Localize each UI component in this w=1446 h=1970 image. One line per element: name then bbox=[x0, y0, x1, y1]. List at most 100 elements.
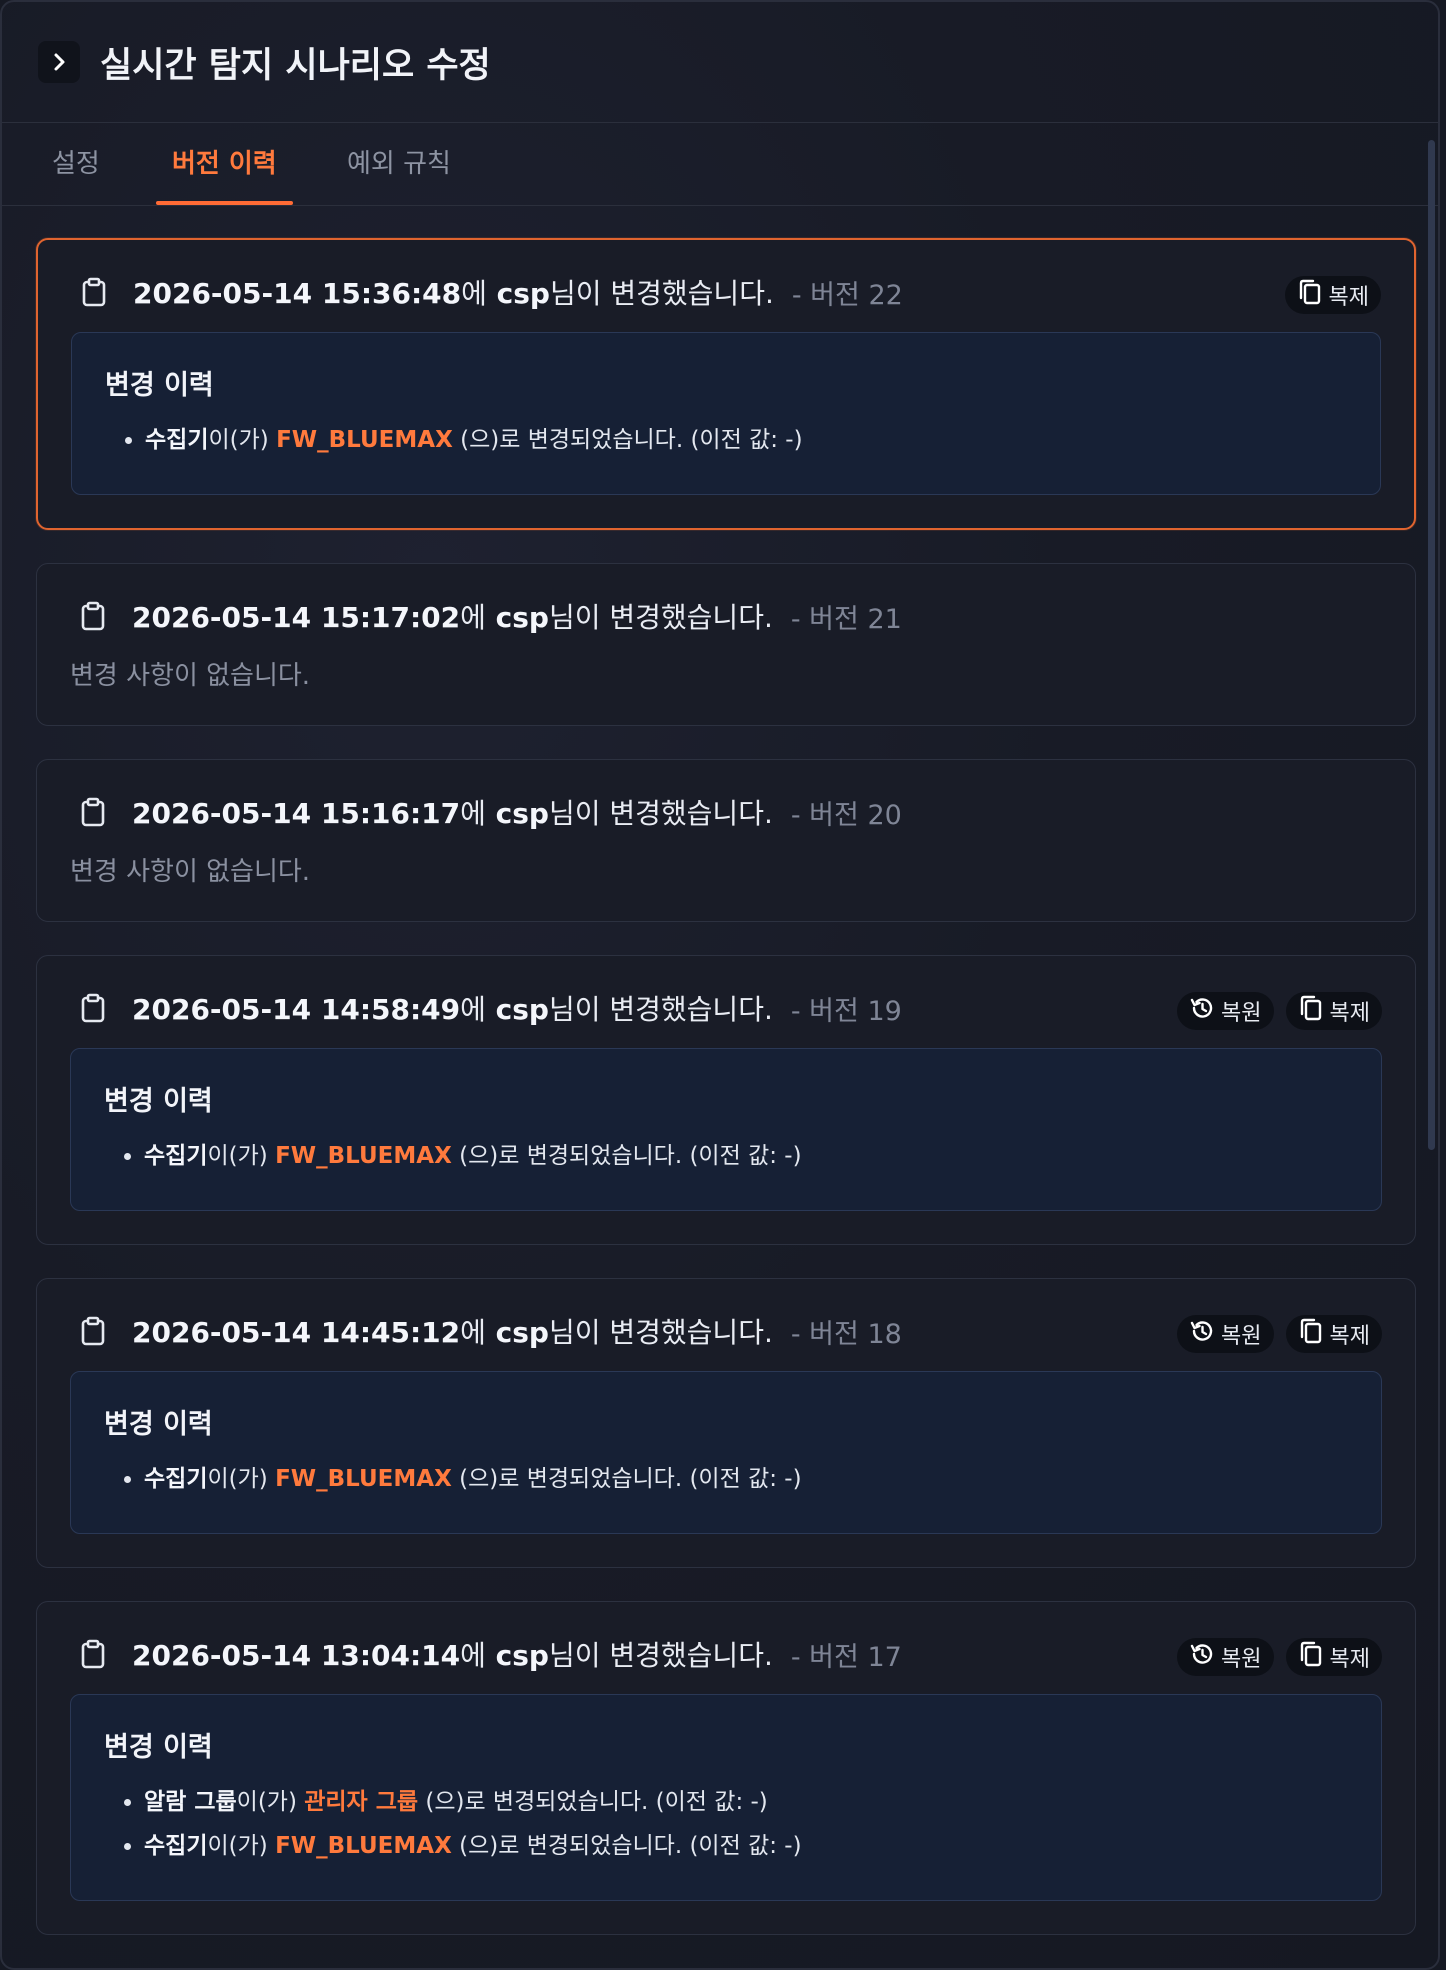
time-suffix: 에 bbox=[461, 277, 487, 310]
clipboard-icon bbox=[81, 276, 111, 308]
restore-button[interactable]: 복원 bbox=[1177, 1315, 1274, 1353]
change-connector: 이(가) bbox=[207, 1143, 276, 1169]
change-value: FW_BLUEMAX bbox=[275, 1833, 452, 1859]
change-field: 수집기 bbox=[144, 1833, 208, 1859]
change-item: 수집기이(가) FW_BLUEMAX (으)로 변경되었습니다. (이전 값: … bbox=[144, 1134, 1349, 1178]
change-value: FW_BLUEMAX bbox=[276, 427, 453, 453]
change-value: 관리자 그룹 bbox=[304, 1789, 419, 1815]
change-field: 알람 그룹 bbox=[144, 1789, 237, 1815]
panel-header: 실시간 탐지 시나리오 수정 bbox=[2, 2, 1438, 123]
version-card: 2026-05-14 15:16:17에 csp님이 변경했습니다. - 버전 2… bbox=[36, 759, 1416, 922]
restore-icon bbox=[1189, 1641, 1215, 1673]
user-suffix: 님이 변경했습니다. bbox=[548, 993, 773, 1026]
change-value: FW_BLUEMAX bbox=[275, 1466, 452, 1492]
time-suffix: 에 bbox=[460, 601, 486, 634]
version-actions: 복원 복제 bbox=[1177, 992, 1382, 1030]
user-suffix: 님이 변경했습니다. bbox=[548, 601, 773, 634]
change-item: 수집기이(가) FW_BLUEMAX (으)로 변경되었습니다. (이전 값: … bbox=[144, 1457, 1349, 1501]
version-timestamp: 2026-05-14 15:16:17 bbox=[132, 797, 461, 830]
version-timestamp: 2026-05-14 14:45:12 bbox=[132, 1316, 461, 1349]
version-timestamp: 2026-05-14 15:17:02 bbox=[132, 601, 461, 634]
scrollbar[interactable] bbox=[1428, 140, 1435, 1150]
tab-version-history[interactable]: 버전 이력 bbox=[156, 123, 293, 205]
version-user: csp bbox=[485, 1639, 549, 1672]
change-field: 수집기 bbox=[144, 1143, 208, 1169]
chevron-right-icon bbox=[54, 53, 65, 71]
version-number: - 버전 22 bbox=[791, 279, 903, 311]
version-card: 2026-05-14 15:36:48에 csp님이 변경했습니다. - 버전 2… bbox=[36, 238, 1416, 530]
version-header: 2026-05-14 15:17:02에 csp님이 변경했습니다. - 버전 2… bbox=[70, 596, 1382, 636]
duplicate-button[interactable]: 복제 bbox=[1284, 276, 1381, 314]
change-suffix: (으)로 변경되었습니다. (이전 값: -) bbox=[451, 1143, 802, 1169]
restore-label: 복원 bbox=[1221, 1647, 1262, 1672]
version-number: - 버전 19 bbox=[790, 995, 902, 1027]
version-change-summary: 2026-05-14 15:17:02에 csp님이 변경했습니다. bbox=[132, 596, 773, 636]
version-header: 2026-05-14 15:16:17에 csp님이 변경했습니다. - 버전 2… bbox=[70, 792, 1382, 832]
version-timestamp: 2026-05-14 14:58:49 bbox=[132, 993, 461, 1026]
time-suffix: 에 bbox=[460, 993, 486, 1026]
copy-icon bbox=[1298, 1640, 1324, 1674]
change-item: 알람 그룹이(가) 관리자 그룹 (으)로 변경되었습니다. (이전 값: -) bbox=[144, 1780, 1349, 1824]
clipboard-icon bbox=[80, 1638, 110, 1670]
edit-scenario-panel: 실시간 탐지 시나리오 수정 설정 버전 이력 예외 규칙 2026-05-14… bbox=[0, 0, 1440, 1970]
collapse-button[interactable] bbox=[38, 41, 80, 83]
change-history-title: 변경 이력 bbox=[104, 1409, 213, 1440]
change-list: 수집기이(가) FW_BLUEMAX (으)로 변경되었습니다. (이전 값: … bbox=[104, 1134, 1349, 1178]
restore-button[interactable]: 복원 bbox=[1177, 992, 1274, 1030]
copy-icon bbox=[1297, 278, 1323, 312]
change-suffix: (으)로 변경되었습니다. (이전 값: -) bbox=[451, 1833, 802, 1859]
restore-icon bbox=[1189, 1318, 1215, 1350]
version-user: csp bbox=[485, 1316, 549, 1349]
page-title: 실시간 탐지 시나리오 수정 bbox=[100, 45, 491, 86]
change-suffix: (으)로 변경되었습니다. (이전 값: -) bbox=[451, 1466, 802, 1492]
restore-icon bbox=[1189, 995, 1215, 1027]
duplicate-label: 복제 bbox=[1329, 1324, 1370, 1349]
version-number: - 버전 21 bbox=[790, 603, 902, 635]
clipboard-icon bbox=[80, 1315, 110, 1347]
change-suffix: (으)로 변경되었습니다. (이전 값: -) bbox=[452, 427, 803, 453]
restore-label: 복원 bbox=[1221, 1001, 1262, 1026]
tab-exception-rules[interactable]: 예외 규칙 bbox=[347, 123, 451, 205]
time-suffix: 에 bbox=[460, 797, 486, 830]
change-connector: 이(가) bbox=[208, 427, 277, 453]
version-change-summary: 2026-05-14 14:58:49에 csp님이 변경했습니다. bbox=[132, 988, 773, 1028]
version-user: csp bbox=[486, 277, 550, 310]
version-timestamp: 2026-05-14 15:36:48 bbox=[133, 277, 462, 310]
change-history-box: 변경 이력알람 그룹이(가) 관리자 그룹 (으)로 변경되었습니다. (이전 … bbox=[70, 1694, 1382, 1901]
duplicate-button[interactable]: 복제 bbox=[1285, 992, 1382, 1030]
duplicate-label: 복제 bbox=[1329, 1647, 1370, 1672]
change-connector: 이(가) bbox=[207, 1833, 276, 1859]
version-change-summary: 2026-05-14 13:04:14에 csp님이 변경했습니다. bbox=[132, 1634, 773, 1674]
version-number: - 버전 18 bbox=[790, 1318, 902, 1350]
version-actions: 복제 bbox=[1284, 276, 1381, 314]
duplicate-label: 복제 bbox=[1329, 1001, 1370, 1026]
version-user: csp bbox=[485, 601, 549, 634]
copy-icon bbox=[1298, 1317, 1324, 1351]
change-list: 수집기이(가) FW_BLUEMAX (으)로 변경되었습니다. (이전 값: … bbox=[104, 1457, 1349, 1501]
version-actions: 복원 복제 bbox=[1177, 1638, 1382, 1676]
change-field: 수집기 bbox=[145, 427, 209, 453]
clipboard-icon bbox=[80, 992, 110, 1024]
no-changes-text: 변경 사항이 없습니다. bbox=[70, 661, 311, 691]
time-suffix: 에 bbox=[460, 1639, 486, 1672]
version-change-summary: 2026-05-14 15:36:48에 csp님이 변경했습니다. bbox=[133, 272, 774, 312]
tab-settings[interactable]: 설정 bbox=[52, 123, 100, 205]
clipboard-icon bbox=[80, 796, 110, 828]
duplicate-button[interactable]: 복제 bbox=[1285, 1315, 1382, 1353]
change-history-box: 변경 이력수집기이(가) FW_BLUEMAX (으)로 변경되었습니다. (이… bbox=[71, 332, 1381, 495]
version-number: - 버전 17 bbox=[790, 1641, 902, 1673]
duplicate-label: 복제 bbox=[1328, 285, 1369, 310]
user-suffix: 님이 변경했습니다. bbox=[549, 277, 774, 310]
version-header: 2026-05-14 15:36:48에 csp님이 변경했습니다. - 버전 2… bbox=[71, 272, 1381, 312]
tab-bar: 설정 버전 이력 예외 규칙 bbox=[2, 123, 1438, 206]
user-suffix: 님이 변경했습니다. bbox=[548, 797, 773, 830]
version-change-summary: 2026-05-14 14:45:12에 csp님이 변경했습니다. bbox=[132, 1311, 773, 1351]
change-connector: 이(가) bbox=[207, 1466, 276, 1492]
version-card: 2026-05-14 14:58:49에 csp님이 변경했습니다. - 버전 1… bbox=[36, 955, 1416, 1245]
duplicate-button[interactable]: 복제 bbox=[1285, 1638, 1382, 1676]
change-field: 수집기 bbox=[144, 1466, 208, 1492]
change-list: 수집기이(가) FW_BLUEMAX (으)로 변경되었습니다. (이전 값: … bbox=[105, 418, 1348, 462]
restore-button[interactable]: 복원 bbox=[1177, 1638, 1274, 1676]
change-history-title: 변경 이력 bbox=[104, 1086, 213, 1117]
change-list: 알람 그룹이(가) 관리자 그룹 (으)로 변경되었습니다. (이전 값: -)… bbox=[104, 1780, 1349, 1868]
